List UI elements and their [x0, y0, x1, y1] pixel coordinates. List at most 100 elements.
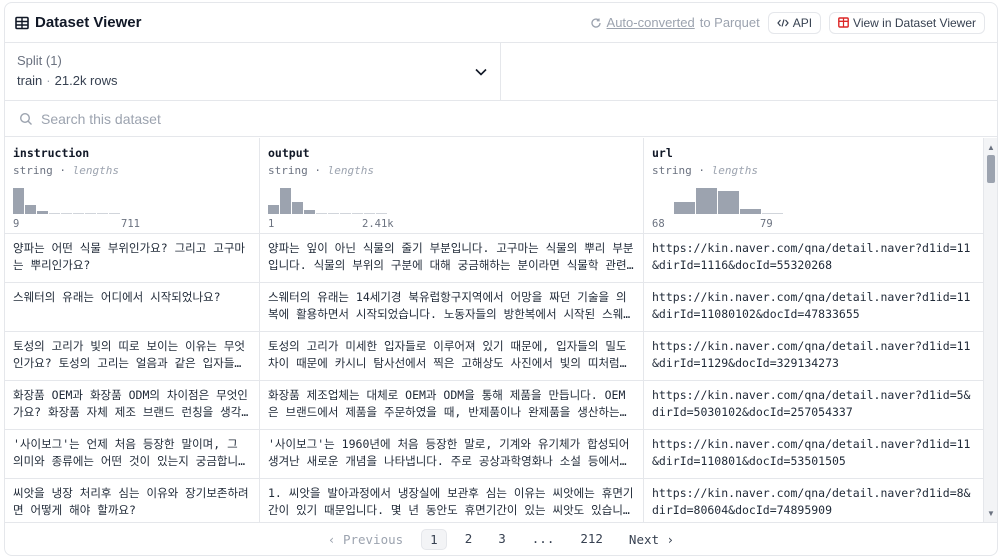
table-cell-url[interactable]: https://kin.naver.com/qna/detail.naver?d…	[644, 332, 983, 380]
range-min: 1	[268, 218, 275, 230]
auto-converted-info: Auto-converted to Parquet	[590, 15, 760, 30]
histogram-bar	[13, 188, 24, 214]
table-cell-instruction[interactable]: 양파는 어떤 식물 부위인가요? 그리고 고구마는 뿌리인가요?	[5, 234, 260, 282]
table-cell-output[interactable]: '사이보그'는 1960년에 처음 등장한 말로, 기계와 유기체가 합성되어 …	[260, 430, 644, 478]
cell-text: 양파는 어떤 식물 부위인가요? 그리고 고구마는 뿌리인가요?	[13, 241, 245, 272]
cell-text: 스웨터의 유래는 14세기경 북유럽항구지역에서 어망을 짜던 기술을 의복에 …	[268, 290, 634, 321]
stat-text: lengths	[72, 164, 119, 177]
histogram-bar	[85, 213, 96, 214]
column-type: string · lengths	[13, 164, 119, 177]
cell-text: 화장품 OEM과 화장품 ODM의 차이점은 무엇인가요? 화장품 자체 제조 …	[13, 388, 248, 419]
cell-text: 양파는 잎이 아닌 식물의 줄기 부분입니다. 고구마는 식물의 뿌리 부분입니…	[268, 241, 634, 272]
table-cell-instruction[interactable]: 씨앗을 냉장 처리후 심는 이유와 장기보존하려면 어떻게 해야 할까요?	[5, 479, 260, 522]
title-wrap: Dataset Viewer	[15, 14, 141, 31]
cell-text: '사이보그'는 1960년에 처음 등장한 말로, 기계와 유기체가 합성되어 …	[268, 437, 630, 468]
cell-text: https://kin.naver.com/qna/detail.naver?d…	[652, 388, 971, 419]
column-name: instruction	[13, 146, 90, 160]
split-rows: 21.2k rows	[54, 73, 118, 88]
view-in-dataset-viewer-button[interactable]: View in Dataset Viewer	[829, 11, 985, 34]
table-cell-url[interactable]: https://kin.naver.com/qna/detail.naver?d…	[644, 283, 983, 331]
table-cell-output[interactable]: 토성의 고리가 미세한 입자들로 이루어져 있기 때문에, 입자들의 밀도 차이…	[260, 332, 644, 380]
cell-text: https://kin.naver.com/qna/detail.naver?d…	[652, 486, 971, 517]
page-button-2[interactable]: 2	[457, 529, 481, 550]
table-cell-output[interactable]: 스웨터의 유래는 14세기경 북유럽항구지역에서 어망을 짜던 기술을 의복에 …	[260, 283, 644, 331]
page-button-3[interactable]: 3	[490, 529, 514, 550]
cell-text: 스웨터의 유래는 어디에서 시작되었나요?	[13, 290, 221, 304]
column-header-url[interactable]: url string · lengths 68 79	[644, 138, 983, 233]
search-bar	[5, 101, 997, 137]
histogram-bar	[352, 213, 363, 214]
pagination: ‹ Previous 1 2 3... 212 Next ›	[5, 522, 997, 555]
cell-text: 1. 씨앗을 발아과정에서 냉장실에 보관후 심는 이유는 씨앗에는 휴면기간이…	[268, 486, 634, 517]
histogram-bar	[37, 211, 48, 214]
range-min: 9	[13, 218, 20, 230]
column-type: string · lengths	[652, 164, 758, 177]
vertical-scrollbar[interactable]: ▲ ▼	[983, 138, 997, 522]
cell-text: 토성의 고리가 미세한 입자들로 이루어져 있기 때문에, 입자들의 밀도 차이…	[268, 339, 627, 370]
histogram-bar	[61, 213, 72, 214]
range-max: 711	[121, 218, 140, 230]
range-max: 79	[760, 218, 773, 230]
table-cell-output[interactable]: 양파는 잎이 아닌 식물의 줄기 부분입니다. 고구마는 식물의 뿌리 부분입니…	[260, 234, 644, 282]
histogram-bar	[292, 202, 303, 214]
prev-label: Previous	[342, 532, 404, 547]
range-min: 68	[652, 218, 665, 230]
header-actions: Auto-converted to Parquet API View in Da…	[590, 11, 985, 34]
code-icon	[776, 18, 789, 27]
histogram-range: 1 2.41k	[268, 218, 643, 230]
histogram-bar	[364, 213, 375, 214]
cell-text: 화장품 제조업체는 대체로 OEM과 ODM을 통해 제품을 만듭니다. OEM…	[268, 388, 626, 419]
table-row: 씨앗을 냉장 처리후 심는 이유와 장기보존하려면 어떻게 해야 할까요? 1. …	[5, 479, 983, 522]
api-label: API	[792, 15, 813, 30]
table-cell-instruction[interactable]: 토성의 고리가 빛의 띠로 보이는 이유는 무엇인가요? 토성의 고리는 얼음과…	[5, 332, 260, 380]
table-cell-url[interactable]: https://kin.naver.com/qna/detail.naver?d…	[644, 381, 983, 429]
page-button-212[interactable]: 212	[572, 529, 611, 550]
histogram-bar	[268, 205, 279, 214]
cell-text: https://kin.naver.com/qna/detail.naver?d…	[652, 241, 971, 272]
histogram-bar	[49, 213, 60, 214]
table-cell-instruction[interactable]: 스웨터의 유래는 어디에서 시작되었나요?	[5, 283, 260, 331]
type-text: string	[13, 164, 53, 177]
split-row: Split (1) train · 21.2k rows	[5, 43, 997, 101]
length-histogram	[13, 186, 120, 214]
table-cell-url[interactable]: https://kin.naver.com/qna/detail.naver?d…	[644, 479, 983, 522]
histogram-bar	[376, 213, 387, 214]
table-cell-output[interactable]: 화장품 제조업체는 대체로 OEM과 ODM을 통해 제품을 만듭니다. OEM…	[260, 381, 644, 429]
split-selector[interactable]: Split (1) train · 21.2k rows	[5, 43, 501, 100]
stat-text: lengths	[711, 164, 758, 177]
table-row: 양파는 어떤 식물 부위인가요? 그리고 고구마는 뿌리인가요? 양파는 잎이 아…	[5, 234, 983, 283]
histogram-bar	[762, 213, 783, 214]
cell-text: https://kin.naver.com/qna/detail.naver?d…	[652, 339, 971, 370]
histogram-bar	[280, 188, 291, 214]
table-cell-instruction[interactable]: '사이보그'는 언제 처음 등장한 말이며, 그 의미와 종류에는 어떤 것이 …	[5, 430, 260, 478]
histogram-bar	[73, 213, 84, 214]
column-header-instruction[interactable]: instruction string · lengths 9 711	[5, 138, 260, 233]
table-cell-output[interactable]: 1. 씨앗을 발아과정에서 냉장실에 보관후 심는 이유는 씨앗에는 휴면기간이…	[260, 479, 644, 522]
data-table: instruction string · lengths 9 711 outpu…	[5, 138, 983, 522]
scroll-thumb[interactable]	[987, 155, 995, 183]
column-type: string · lengths	[268, 164, 374, 177]
api-button[interactable]: API	[767, 11, 822, 34]
cell-text: '사이보그'는 언제 처음 등장한 말이며, 그 의미와 종류에는 어떤 것이 …	[13, 437, 239, 468]
auto-converted-link[interactable]: Auto-converted	[607, 15, 695, 30]
search-input[interactable]	[41, 110, 641, 127]
split-dot: ·	[46, 73, 51, 88]
table-cell-url[interactable]: https://kin.naver.com/qna/detail.naver?d…	[644, 234, 983, 282]
page-button-1[interactable]: 1	[421, 529, 447, 550]
scroll-up-icon[interactable]: ▲	[984, 140, 997, 154]
table-cell-instruction[interactable]: 화장품 OEM과 화장품 ODM의 차이점은 무엇인가요? 화장품 자체 제조 …	[5, 381, 260, 429]
cell-text: 씨앗을 냉장 처리후 심는 이유와 장기보존하려면 어떻게 해야 할까요?	[13, 486, 249, 517]
table-icon	[15, 16, 29, 29]
next-page-button[interactable]: Next ›	[621, 530, 682, 549]
scroll-down-icon[interactable]: ▼	[984, 506, 997, 520]
table-row: 토성의 고리가 빛의 띠로 보이는 이유는 무엇인가요? 토성의 고리는 얼음과…	[5, 332, 983, 381]
table-row: 스웨터의 유래는 어디에서 시작되었나요? 스웨터의 유래는 14세기경 북유럽항…	[5, 283, 983, 332]
histogram-bar	[304, 210, 315, 214]
search-icon	[19, 112, 32, 125]
previous-page-button[interactable]: ‹ Previous	[320, 530, 411, 549]
histogram-bar	[316, 213, 327, 214]
table-cell-url[interactable]: https://kin.naver.com/qna/detail.naver?d…	[644, 430, 983, 478]
column-header-output[interactable]: output string · lengths 1 2.41k	[260, 138, 644, 233]
split-value: train · 21.2k rows	[17, 73, 488, 88]
table-red-icon	[838, 17, 849, 28]
